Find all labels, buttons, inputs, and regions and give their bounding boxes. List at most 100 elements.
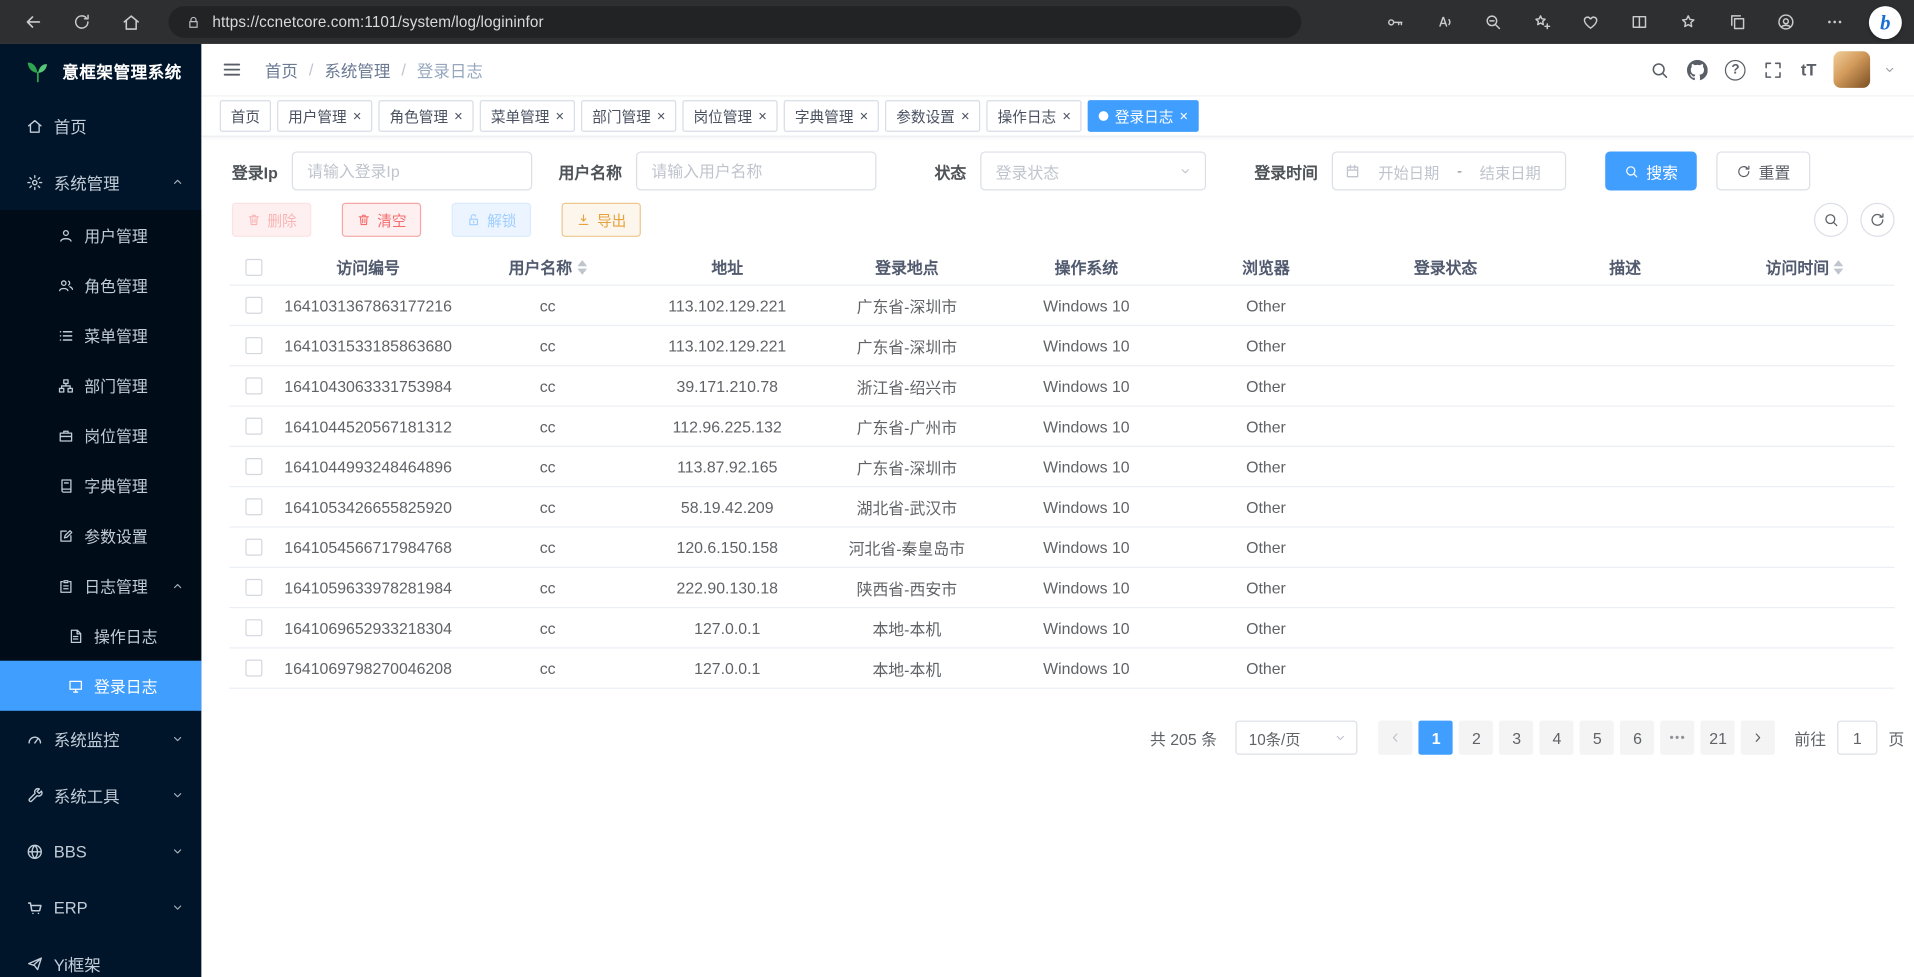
page-size-select[interactable]: 10条/页	[1235, 721, 1357, 755]
collections-button[interactable]	[1720, 5, 1754, 39]
sidebar-item-system-manage[interactable]: 系统管理	[0, 154, 201, 210]
row-checkbox[interactable]	[245, 297, 262, 314]
login-ip-input[interactable]	[291, 151, 531, 190]
add-favorite-button[interactable]	[1525, 5, 1559, 39]
page-button-2[interactable]: 2	[1459, 721, 1493, 755]
zoom-button[interactable]	[1476, 5, 1510, 39]
sidebar-item-param-settings[interactable]: 参数设置	[0, 511, 201, 561]
page-ellipsis[interactable]: •••	[1661, 721, 1695, 755]
row-checkbox[interactable]	[245, 539, 262, 556]
page-button-21[interactable]: 21	[1701, 721, 1735, 755]
passwords-button[interactable]	[1378, 5, 1412, 39]
table-row[interactable]: 1641059633978281984cc222.90.130.18陕西省-西安…	[229, 568, 1894, 608]
table-row[interactable]: 1641069652933218304cc127.0.0.1本地-本机Windo…	[229, 608, 1894, 648]
page-button-3[interactable]: 3	[1500, 721, 1534, 755]
column-visit-time[interactable]: 访问时间	[1715, 255, 1895, 278]
tab-dept-manage[interactable]: 部门管理×	[581, 100, 676, 132]
tab-close-icon[interactable]: ×	[657, 109, 666, 124]
table-row[interactable]: 1641053426655825920cc58.19.42.209湖北省-武汉市…	[229, 487, 1894, 527]
sidebar-item-home[interactable]: 首页	[0, 98, 201, 154]
split-screen-button[interactable]	[1622, 5, 1656, 39]
delete-button[interactable]: 删除	[232, 203, 311, 237]
table-row[interactable]: 1641031533185863680cc113.102.129.221广东省-…	[229, 326, 1894, 366]
favorites-button[interactable]	[1671, 5, 1705, 39]
column-user-name[interactable]: 用户名称	[458, 255, 638, 278]
help-icon[interactable]: ?	[1725, 59, 1746, 80]
breadcrumb-item[interactable]: 首页	[265, 57, 298, 81]
tab-close-icon[interactable]: ×	[860, 109, 869, 124]
prev-page-button[interactable]	[1379, 721, 1413, 755]
back-button[interactable]	[15, 4, 52, 41]
reset-button[interactable]: 重置	[1716, 151, 1810, 190]
tab-operation-log[interactable]: 操作日志×	[987, 100, 1082, 132]
page-button-4[interactable]: 4	[1540, 721, 1574, 755]
page-button-5[interactable]: 5	[1580, 721, 1614, 755]
tab-close-icon[interactable]: ×	[1062, 109, 1071, 124]
sidebar-item-role-manage[interactable]: 角色管理	[0, 260, 201, 310]
refresh-table-button[interactable]	[1860, 203, 1894, 237]
search-button[interactable]: 搜索	[1605, 151, 1697, 190]
tab-close-icon[interactable]: ×	[961, 109, 970, 124]
tab-home[interactable]: 首页	[220, 100, 271, 132]
row-checkbox[interactable]	[245, 660, 262, 677]
sidebar-item-erp[interactable]: ERP	[0, 879, 201, 935]
table-row[interactable]: 1641044993248464896cc113.87.92.165广东省-深圳…	[229, 447, 1894, 487]
show-search-button[interactable]	[1814, 203, 1848, 237]
tab-close-icon[interactable]: ×	[353, 109, 362, 124]
sidebar-item-operation-log[interactable]: 操作日志	[0, 611, 201, 661]
sidebar-item-menu-manage[interactable]: 菜单管理	[0, 310, 201, 360]
sort-caret-icon[interactable]	[1834, 260, 1844, 275]
read-aloud-button[interactable]	[1427, 5, 1461, 39]
status-select[interactable]: 登录状态	[980, 151, 1206, 190]
sidebar-item-post-manage[interactable]: 岗位管理	[0, 410, 201, 460]
table-row[interactable]: 1641069798270046208cc127.0.0.1本地-本机Windo…	[229, 649, 1894, 689]
user-avatar[interactable]	[1833, 51, 1870, 88]
reload-button[interactable]	[63, 4, 100, 41]
row-checkbox[interactable]	[245, 377, 262, 394]
sort-caret-icon[interactable]	[577, 260, 587, 275]
row-checkbox[interactable]	[245, 458, 262, 475]
home-button[interactable]	[112, 4, 149, 41]
tab-menu-manage[interactable]: 菜单管理×	[480, 100, 575, 132]
row-checkbox[interactable]	[245, 619, 262, 636]
site-security-icon[interactable]	[186, 14, 202, 30]
tab-param-settings[interactable]: 参数设置×	[885, 100, 980, 132]
select-all-checkbox[interactable]	[245, 258, 262, 275]
row-checkbox[interactable]	[245, 337, 262, 354]
browser-essentials-button[interactable]	[1573, 5, 1607, 39]
row-checkbox[interactable]	[245, 418, 262, 435]
sidebar-item-login-log[interactable]: 登录日志	[0, 661, 201, 711]
sidebar-item-user-manage[interactable]: 用户管理	[0, 210, 201, 260]
sidebar-item-dept-manage[interactable]: 部门管理	[0, 360, 201, 410]
address-bar[interactable]: https://ccnetcore.com:1101/system/log/lo…	[168, 6, 1301, 38]
breadcrumb-item[interactable]: 系统管理	[324, 57, 390, 81]
tab-post-manage[interactable]: 岗位管理×	[683, 100, 778, 132]
tab-user-manage[interactable]: 用户管理×	[277, 100, 372, 132]
app-logo[interactable]: 意框架管理系统	[0, 44, 201, 98]
row-checkbox[interactable]	[245, 579, 262, 596]
profile-button[interactable]	[1769, 5, 1803, 39]
table-row[interactable]: 1641043063331753984cc39.171.210.78浙江省-绍兴…	[229, 366, 1894, 406]
sidebar-item-yi-framework[interactable]: Yi框架	[0, 936, 201, 977]
tab-close-icon[interactable]: ×	[758, 109, 767, 124]
sidebar-item-system-monitor[interactable]: 系统监控	[0, 711, 201, 767]
github-icon[interactable]	[1687, 59, 1708, 80]
clear-button[interactable]: 清空	[342, 203, 421, 237]
sidebar-item-log-manage[interactable]: 日志管理	[0, 561, 201, 611]
fullscreen-icon[interactable]	[1763, 59, 1784, 80]
search-icon[interactable]	[1649, 59, 1670, 80]
table-row[interactable]: 1641054566717984768cc120.6.150.158河北省-秦皇…	[229, 528, 1894, 568]
page-button-6[interactable]: 6	[1620, 721, 1654, 755]
user-name-input[interactable]	[635, 151, 875, 190]
login-time-range-picker[interactable]: 开始日期 - 结束日期	[1331, 151, 1565, 190]
tab-login-log[interactable]: 登录日志×	[1088, 100, 1199, 132]
unlock-button[interactable]: 解锁	[452, 203, 531, 237]
breadcrumb-item[interactable]: 登录日志	[417, 57, 483, 81]
sidebar-item-system-tools[interactable]: 系统工具	[0, 767, 201, 823]
settings-menu-button[interactable]	[1818, 5, 1852, 39]
next-page-button[interactable]	[1741, 721, 1775, 755]
sidebar-item-dict-manage[interactable]: 字典管理	[0, 460, 201, 510]
row-checkbox[interactable]	[245, 498, 262, 515]
page-button-1[interactable]: 1	[1419, 721, 1453, 755]
tab-role-manage[interactable]: 角色管理×	[378, 100, 473, 132]
